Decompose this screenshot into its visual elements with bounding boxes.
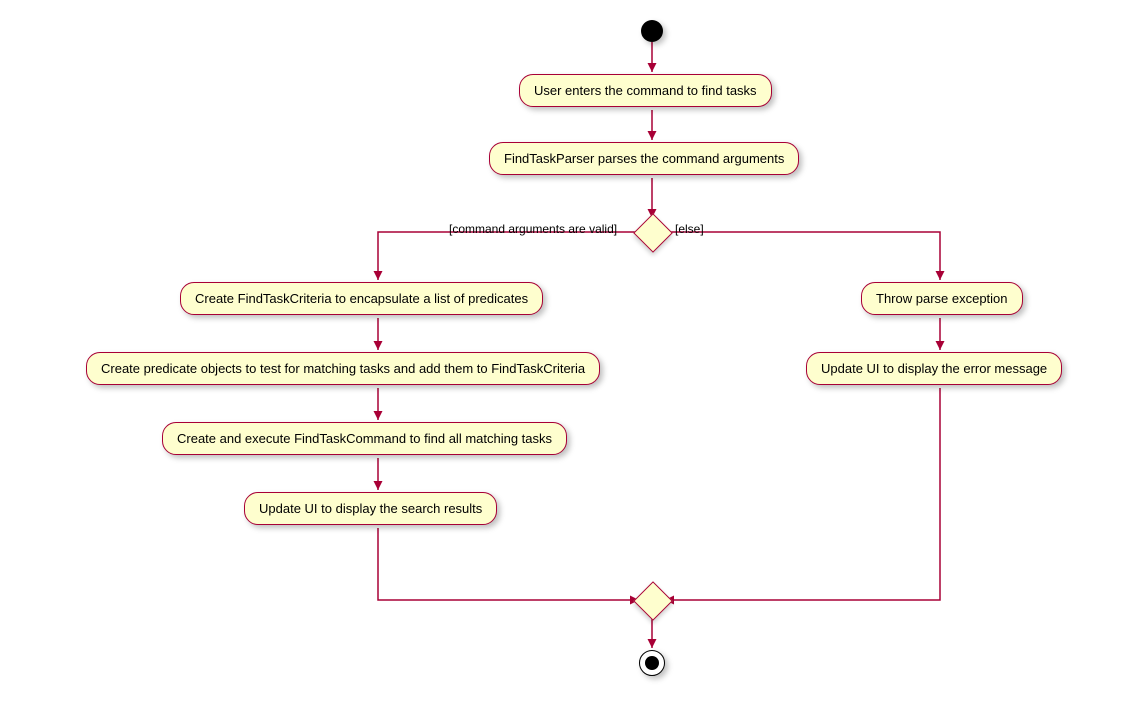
activity-execute-command: Create and execute FindTaskCommand to fi… <box>162 422 567 455</box>
activity-label: Create FindTaskCriteria to encapsulate a… <box>195 291 528 306</box>
activity-create-criteria: Create FindTaskCriteria to encapsulate a… <box>180 282 543 315</box>
activity-label: Update UI to display the error message <box>821 361 1047 376</box>
guard-else: [else] <box>675 222 704 236</box>
activity-label: Update UI to display the search results <box>259 501 482 516</box>
start-node <box>641 20 663 42</box>
end-node <box>639 650 665 676</box>
activity-update-ui-results: Update UI to display the search results <box>244 492 497 525</box>
merge-node <box>633 581 673 621</box>
activity-throw-exception: Throw parse exception <box>861 282 1023 315</box>
activity-parser-parses: FindTaskParser parses the command argume… <box>489 142 799 175</box>
activity-diagram: User enters the command to find tasks Fi… <box>0 0 1132 714</box>
activity-label: User enters the command to find tasks <box>534 83 757 98</box>
activity-update-ui-error: Update UI to display the error message <box>806 352 1062 385</box>
activity-label: Create and execute FindTaskCommand to fi… <box>177 431 552 446</box>
activity-label: Throw parse exception <box>876 291 1008 306</box>
guard-valid: [command arguments are valid] <box>449 222 617 236</box>
activity-label: Create predicate objects to test for mat… <box>101 361 585 376</box>
activity-label: FindTaskParser parses the command argume… <box>504 151 784 166</box>
activity-user-enters-command: User enters the command to find tasks <box>519 74 772 107</box>
decision-node <box>633 213 673 253</box>
activity-create-predicates: Create predicate objects to test for mat… <box>86 352 600 385</box>
